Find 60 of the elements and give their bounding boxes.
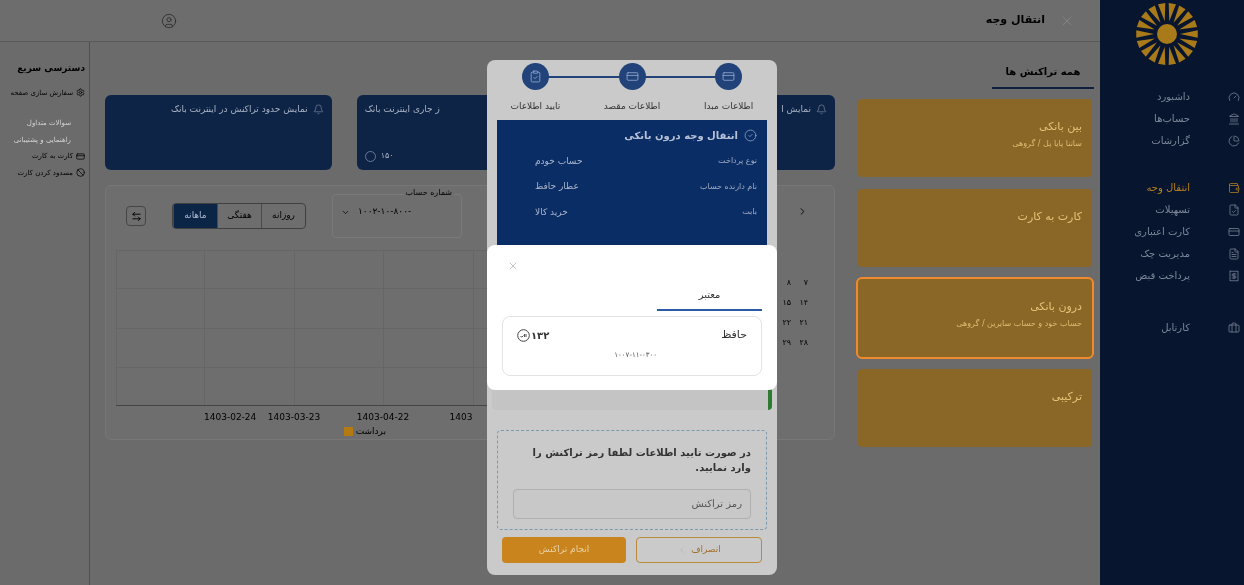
sidebar-item[interactable]: انتقال وجه bbox=[1100, 179, 1244, 196]
account-number: ۱۰۰۲-۱۰-۸۰۰- bbox=[358, 205, 412, 218]
transfer-option-card[interactable]: کارت به کارت bbox=[856, 187, 1094, 269]
axis-label: 1403-03-23 bbox=[267, 412, 321, 422]
step-label: اطلاعات مقصد bbox=[603, 100, 661, 113]
transfer-option-card[interactable]: درون بانکی حساب خود و حساب سایرین / گروهی bbox=[856, 277, 1094, 359]
section-title: دسترسی سریع bbox=[16, 62, 85, 76]
sidebar-item[interactable]: داشبورد bbox=[1100, 88, 1244, 105]
card-value: ۱۵۰ bbox=[380, 150, 394, 162]
account-balance: ۱۳۲ bbox=[531, 328, 550, 343]
calendar-day[interactable]: ۱۴ bbox=[796, 297, 808, 309]
password-field[interactable]: رمز تراکنش bbox=[513, 488, 751, 519]
transfer-option-card[interactable]: بین بانکی ساتنا پایا پل / گروهی bbox=[856, 97, 1094, 179]
axis-label: 1403-04-22 bbox=[356, 412, 410, 422]
option-title: بین بانکی bbox=[1039, 119, 1082, 135]
axis-label: 1403 bbox=[449, 412, 473, 422]
password-prompt: در صورت تایید اطلاعات لطفا رمز تراکنش را وارد نمایید. bbox=[531, 445, 751, 475]
sidebar-item[interactable]: کارت اعتباری bbox=[1100, 223, 1244, 240]
sidebar-item[interactable]: پرداخت قبض bbox=[1100, 267, 1244, 284]
sidebar-item[interactable]: حساب‌ها bbox=[1100, 110, 1244, 127]
step-label: اطلاعات مبدا bbox=[704, 100, 754, 113]
transfer-option-card[interactable]: ترکیبی bbox=[856, 367, 1094, 449]
cancel-button[interactable]: انصراف bbox=[636, 536, 762, 563]
sidebar-item[interactable]: تسهیلات bbox=[1100, 201, 1244, 218]
period-tab[interactable]: روزانه bbox=[261, 204, 305, 228]
card-title: ز جاری اینترنت بانک bbox=[364, 103, 440, 116]
calendar-day[interactable]: ۱۵ bbox=[779, 297, 791, 309]
option-title: کارت به کارت bbox=[1017, 209, 1082, 225]
legend-label: برداشت bbox=[355, 425, 386, 438]
tab[interactable]: معتبر bbox=[657, 287, 762, 311]
account-holder: حافظ bbox=[721, 327, 747, 343]
sidebar-item[interactable]: گزارشات bbox=[1100, 132, 1244, 149]
submit-button[interactable]: انجام تراکنش bbox=[502, 536, 626, 563]
row-value: خرید کالا bbox=[535, 205, 568, 219]
card-title: نمایش حدود تراکنش در اینترنت بانک bbox=[170, 103, 308, 116]
option-title: درون بانکی bbox=[1030, 299, 1082, 315]
option-subtitle: حساب خود و حساب سایرین / گروهی bbox=[956, 317, 1082, 330]
page-title: انتقال وجه bbox=[985, 12, 1045, 29]
field-label: شماره حساب bbox=[403, 187, 454, 199]
calendar-day[interactable]: ۲۱ bbox=[796, 317, 808, 329]
calendar-day[interactable]: ۲۹ bbox=[779, 337, 791, 349]
calendar-day[interactable]: ۲۸ bbox=[796, 337, 808, 349]
option-title: ترکیبی bbox=[1051, 389, 1082, 405]
row-label: نوع پرداخت bbox=[718, 155, 757, 168]
summary-title: انتقال وجه درون بانکی bbox=[624, 128, 738, 143]
row-value: عطار حافظ bbox=[535, 180, 579, 193]
row-value: حساب خودم bbox=[535, 154, 583, 168]
axis-label: 1403-02-24 bbox=[204, 412, 257, 422]
row-label: بابت bbox=[742, 206, 757, 219]
calendar-day[interactable]: ۷ bbox=[796, 277, 808, 289]
step-label: تایید اطلاعات bbox=[510, 100, 561, 113]
sidebar-item[interactable]: کارتابل bbox=[1100, 319, 1244, 336]
row-label: نام دارنده حساب bbox=[699, 180, 757, 193]
option-subtitle: ساتنا پایا پل / گروهی bbox=[1012, 137, 1082, 150]
calendar-day[interactable]: ۲۲ bbox=[779, 317, 791, 329]
period-tab[interactable]: ماهانه bbox=[173, 204, 217, 228]
tab[interactable]: همه تراکنش ها bbox=[992, 60, 1094, 89]
sidebar-item[interactable]: مدیریت چک bbox=[1100, 245, 1244, 262]
calendar-day[interactable]: ۸ bbox=[779, 277, 791, 289]
card-title: نمایش ا bbox=[781, 103, 811, 116]
